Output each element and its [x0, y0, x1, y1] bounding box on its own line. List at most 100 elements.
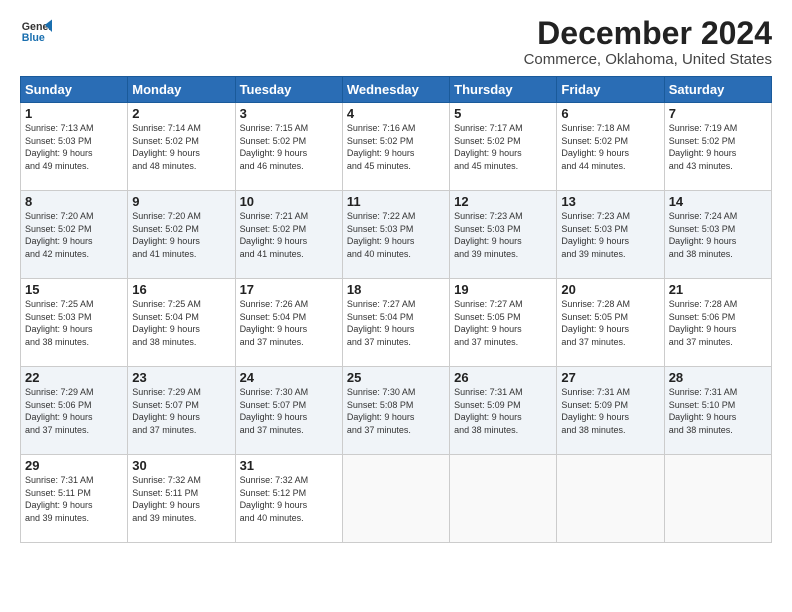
day-number: 21	[669, 282, 767, 297]
day-info: Sunrise: 7:27 AM Sunset: 5:05 PM Dayligh…	[454, 298, 552, 348]
day-number: 2	[132, 106, 230, 121]
calendar-cell: 9Sunrise: 7:20 AM Sunset: 5:02 PM Daylig…	[128, 191, 235, 279]
day-info: Sunrise: 7:24 AM Sunset: 5:03 PM Dayligh…	[669, 210, 767, 260]
calendar-cell: 4Sunrise: 7:16 AM Sunset: 5:02 PM Daylig…	[342, 103, 449, 191]
day-number: 3	[240, 106, 338, 121]
header: General Blue December 2024 Commerce, Okl…	[20, 16, 772, 68]
day-number: 14	[669, 194, 767, 209]
calendar-cell: 20Sunrise: 7:28 AM Sunset: 5:05 PM Dayli…	[557, 279, 664, 367]
day-info: Sunrise: 7:28 AM Sunset: 5:05 PM Dayligh…	[561, 298, 659, 348]
header-day-saturday: Saturday	[664, 77, 771, 103]
day-number: 25	[347, 370, 445, 385]
calendar-cell: 13Sunrise: 7:23 AM Sunset: 5:03 PM Dayli…	[557, 191, 664, 279]
day-info: Sunrise: 7:15 AM Sunset: 5:02 PM Dayligh…	[240, 122, 338, 172]
day-number: 20	[561, 282, 659, 297]
day-number: 11	[347, 194, 445, 209]
day-info: Sunrise: 7:14 AM Sunset: 5:02 PM Dayligh…	[132, 122, 230, 172]
calendar-cell: 11Sunrise: 7:22 AM Sunset: 5:03 PM Dayli…	[342, 191, 449, 279]
week-row-1: 1Sunrise: 7:13 AM Sunset: 5:03 PM Daylig…	[21, 103, 772, 191]
calendar-cell: 24Sunrise: 7:30 AM Sunset: 5:07 PM Dayli…	[235, 367, 342, 455]
calendar-cell: 25Sunrise: 7:30 AM Sunset: 5:08 PM Dayli…	[342, 367, 449, 455]
day-info: Sunrise: 7:32 AM Sunset: 5:11 PM Dayligh…	[132, 474, 230, 524]
day-info: Sunrise: 7:13 AM Sunset: 5:03 PM Dayligh…	[25, 122, 123, 172]
day-info: Sunrise: 7:30 AM Sunset: 5:07 PM Dayligh…	[240, 386, 338, 436]
calendar-cell: 31Sunrise: 7:32 AM Sunset: 5:12 PM Dayli…	[235, 455, 342, 543]
day-info: Sunrise: 7:18 AM Sunset: 5:02 PM Dayligh…	[561, 122, 659, 172]
day-info: Sunrise: 7:16 AM Sunset: 5:02 PM Dayligh…	[347, 122, 445, 172]
day-info: Sunrise: 7:31 AM Sunset: 5:09 PM Dayligh…	[454, 386, 552, 436]
calendar-cell	[664, 455, 771, 543]
day-info: Sunrise: 7:25 AM Sunset: 5:03 PM Dayligh…	[25, 298, 123, 348]
day-info: Sunrise: 7:31 AM Sunset: 5:11 PM Dayligh…	[25, 474, 123, 524]
calendar-cell: 22Sunrise: 7:29 AM Sunset: 5:06 PM Dayli…	[21, 367, 128, 455]
day-number: 7	[669, 106, 767, 121]
header-day-friday: Friday	[557, 77, 664, 103]
calendar-cell: 18Sunrise: 7:27 AM Sunset: 5:04 PM Dayli…	[342, 279, 449, 367]
calendar-cell: 15Sunrise: 7:25 AM Sunset: 5:03 PM Dayli…	[21, 279, 128, 367]
day-number: 15	[25, 282, 123, 297]
calendar-cell: 29Sunrise: 7:31 AM Sunset: 5:11 PM Dayli…	[21, 455, 128, 543]
calendar-cell: 28Sunrise: 7:31 AM Sunset: 5:10 PM Dayli…	[664, 367, 771, 455]
day-info: Sunrise: 7:25 AM Sunset: 5:04 PM Dayligh…	[132, 298, 230, 348]
day-number: 24	[240, 370, 338, 385]
day-info: Sunrise: 7:30 AM Sunset: 5:08 PM Dayligh…	[347, 386, 445, 436]
calendar-cell	[450, 455, 557, 543]
day-number: 4	[347, 106, 445, 121]
day-info: Sunrise: 7:21 AM Sunset: 5:02 PM Dayligh…	[240, 210, 338, 260]
logo: General Blue	[20, 16, 52, 48]
calendar-cell: 21Sunrise: 7:28 AM Sunset: 5:06 PM Dayli…	[664, 279, 771, 367]
day-info: Sunrise: 7:29 AM Sunset: 5:06 PM Dayligh…	[25, 386, 123, 436]
calendar-cell: 12Sunrise: 7:23 AM Sunset: 5:03 PM Dayli…	[450, 191, 557, 279]
calendar-cell: 8Sunrise: 7:20 AM Sunset: 5:02 PM Daylig…	[21, 191, 128, 279]
page: General Blue December 2024 Commerce, Okl…	[0, 0, 792, 612]
svg-text:Blue: Blue	[22, 32, 45, 44]
calendar-cell: 19Sunrise: 7:27 AM Sunset: 5:05 PM Dayli…	[450, 279, 557, 367]
week-row-4: 22Sunrise: 7:29 AM Sunset: 5:06 PM Dayli…	[21, 367, 772, 455]
day-info: Sunrise: 7:17 AM Sunset: 5:02 PM Dayligh…	[454, 122, 552, 172]
day-number: 17	[240, 282, 338, 297]
header-row: SundayMondayTuesdayWednesdayThursdayFrid…	[21, 77, 772, 103]
day-number: 16	[132, 282, 230, 297]
main-title: December 2024	[524, 16, 772, 51]
calendar-cell: 3Sunrise: 7:15 AM Sunset: 5:02 PM Daylig…	[235, 103, 342, 191]
title-area: December 2024 Commerce, Oklahoma, United…	[524, 16, 772, 68]
day-info: Sunrise: 7:23 AM Sunset: 5:03 PM Dayligh…	[561, 210, 659, 260]
day-number: 6	[561, 106, 659, 121]
calendar-cell	[342, 455, 449, 543]
header-day-sunday: Sunday	[21, 77, 128, 103]
day-number: 23	[132, 370, 230, 385]
header-day-tuesday: Tuesday	[235, 77, 342, 103]
day-number: 8	[25, 194, 123, 209]
calendar-cell: 6Sunrise: 7:18 AM Sunset: 5:02 PM Daylig…	[557, 103, 664, 191]
calendar-cell: 7Sunrise: 7:19 AM Sunset: 5:02 PM Daylig…	[664, 103, 771, 191]
day-number: 12	[454, 194, 552, 209]
calendar-cell: 2Sunrise: 7:14 AM Sunset: 5:02 PM Daylig…	[128, 103, 235, 191]
day-info: Sunrise: 7:28 AM Sunset: 5:06 PM Dayligh…	[669, 298, 767, 348]
day-info: Sunrise: 7:26 AM Sunset: 5:04 PM Dayligh…	[240, 298, 338, 348]
calendar-cell: 26Sunrise: 7:31 AM Sunset: 5:09 PM Dayli…	[450, 367, 557, 455]
logo-icon: General Blue	[20, 16, 52, 48]
day-number: 28	[669, 370, 767, 385]
day-info: Sunrise: 7:23 AM Sunset: 5:03 PM Dayligh…	[454, 210, 552, 260]
day-number: 22	[25, 370, 123, 385]
day-number: 30	[132, 458, 230, 473]
subtitle: Commerce, Oklahoma, United States	[524, 51, 772, 68]
calendar-cell: 16Sunrise: 7:25 AM Sunset: 5:04 PM Dayli…	[128, 279, 235, 367]
day-number: 27	[561, 370, 659, 385]
calendar-table: SundayMondayTuesdayWednesdayThursdayFrid…	[20, 76, 772, 543]
calendar-cell: 30Sunrise: 7:32 AM Sunset: 5:11 PM Dayli…	[128, 455, 235, 543]
day-number: 18	[347, 282, 445, 297]
calendar-cell: 27Sunrise: 7:31 AM Sunset: 5:09 PM Dayli…	[557, 367, 664, 455]
calendar-cell: 14Sunrise: 7:24 AM Sunset: 5:03 PM Dayli…	[664, 191, 771, 279]
day-number: 29	[25, 458, 123, 473]
calendar-cell: 10Sunrise: 7:21 AM Sunset: 5:02 PM Dayli…	[235, 191, 342, 279]
day-info: Sunrise: 7:31 AM Sunset: 5:10 PM Dayligh…	[669, 386, 767, 436]
day-info: Sunrise: 7:20 AM Sunset: 5:02 PM Dayligh…	[132, 210, 230, 260]
header-day-monday: Monday	[128, 77, 235, 103]
day-info: Sunrise: 7:29 AM Sunset: 5:07 PM Dayligh…	[132, 386, 230, 436]
day-info: Sunrise: 7:31 AM Sunset: 5:09 PM Dayligh…	[561, 386, 659, 436]
day-number: 1	[25, 106, 123, 121]
day-number: 31	[240, 458, 338, 473]
day-info: Sunrise: 7:27 AM Sunset: 5:04 PM Dayligh…	[347, 298, 445, 348]
day-info: Sunrise: 7:32 AM Sunset: 5:12 PM Dayligh…	[240, 474, 338, 524]
